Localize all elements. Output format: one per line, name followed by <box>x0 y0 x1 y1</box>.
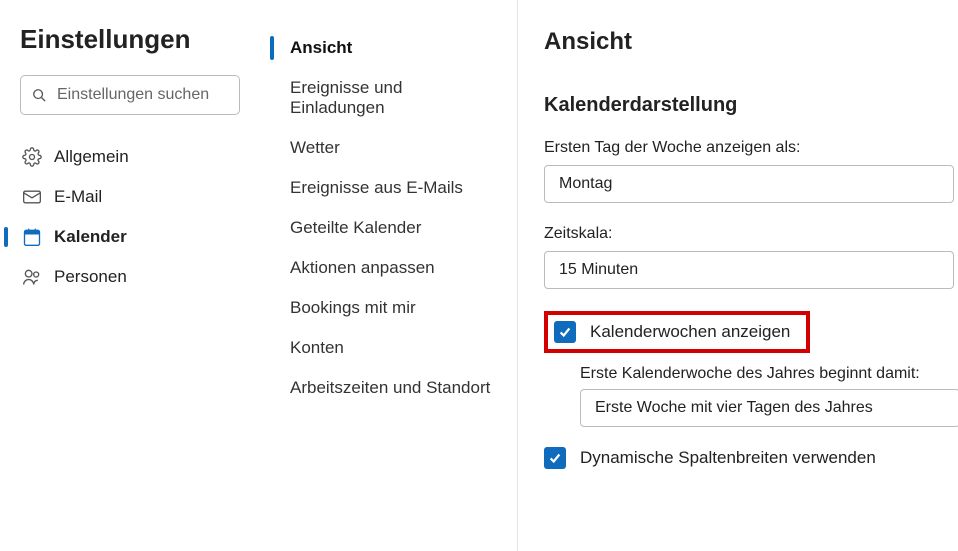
mail-icon <box>22 187 42 207</box>
first-week-select[interactable]: Erste Woche mit vier Tagen des Jahres <box>580 389 958 427</box>
highlight-annotation: Kalenderwochen anzeigen <box>544 311 810 353</box>
settings-search-input[interactable] <box>20 75 240 115</box>
nav-item-general[interactable]: Allgemein <box>20 137 244 177</box>
timescale-label: Zeitskala: <box>544 225 958 243</box>
subnav-list: Ansicht Ereignisse und Einladungen Wette… <box>270 28 507 408</box>
dynamic-cols-label: Dynamische Spaltenbreiten verwenden <box>580 448 876 468</box>
nav-label: Personen <box>54 267 127 287</box>
settings-title: Einstellungen <box>20 24 244 55</box>
subnav-item-shared-calendars[interactable]: Geteilte Kalender <box>270 208 507 248</box>
settings-sidebar: Einstellungen Allgemein E-Mail Kalender <box>0 0 262 551</box>
subnav-item-workhours[interactable]: Arbeitszeiten und Standort <box>270 368 507 408</box>
nav-item-calendar[interactable]: Kalender <box>20 217 244 257</box>
nav-label: E-Mail <box>54 187 102 207</box>
show-weeks-row: Kalenderwochen anzeigen <box>554 321 790 343</box>
timescale-select[interactable]: 15 Minuten <box>544 251 954 289</box>
subnav-item-bookings[interactable]: Bookings mit mir <box>270 288 507 328</box>
calendar-icon <box>22 227 42 247</box>
people-icon <box>22 267 42 287</box>
first-day-label: Ersten Tag der Woche anzeigen als: <box>544 139 958 157</box>
settings-subnav: Ansicht Ereignisse und Einladungen Wette… <box>262 0 518 551</box>
search-icon <box>32 88 46 102</box>
dynamic-cols-row: Dynamische Spaltenbreiten verwenden <box>544 447 958 469</box>
panel-heading: Ansicht <box>544 28 958 56</box>
subnav-item-events-email[interactable]: Ereignisse aus E-Mails <box>270 168 507 208</box>
subnav-item-customize-actions[interactable]: Aktionen anpassen <box>270 248 507 288</box>
subnav-item-weather[interactable]: Wetter <box>270 128 507 168</box>
subnav-item-events-invites[interactable]: Ereignisse und Einladungen <box>270 68 507 128</box>
settings-nav: Allgemein E-Mail Kalender Personen <box>20 137 244 297</box>
gear-icon <box>22 147 42 167</box>
dynamic-cols-checkbox[interactable] <box>544 447 566 469</box>
nav-item-email[interactable]: E-Mail <box>20 177 244 217</box>
settings-panel: Ansicht Kalenderdarstellung Ersten Tag d… <box>518 0 958 551</box>
nav-item-people[interactable]: Personen <box>20 257 244 297</box>
subnav-item-view[interactable]: Ansicht <box>270 28 507 68</box>
subnav-item-accounts[interactable]: Konten <box>270 328 507 368</box>
nav-label: Kalender <box>54 227 127 247</box>
section-title: Kalenderdarstellung <box>544 94 958 117</box>
first-week-label: Erste Kalenderwoche des Jahres beginnt d… <box>580 365 958 383</box>
settings-search-wrap <box>20 75 244 115</box>
first-week-field: Erste Kalenderwoche des Jahres beginnt d… <box>580 365 958 427</box>
show-weeks-checkbox[interactable] <box>554 321 576 343</box>
first-day-select[interactable]: Montag <box>544 165 954 203</box>
nav-label: Allgemein <box>54 147 129 167</box>
show-weeks-label: Kalenderwochen anzeigen <box>590 322 790 342</box>
